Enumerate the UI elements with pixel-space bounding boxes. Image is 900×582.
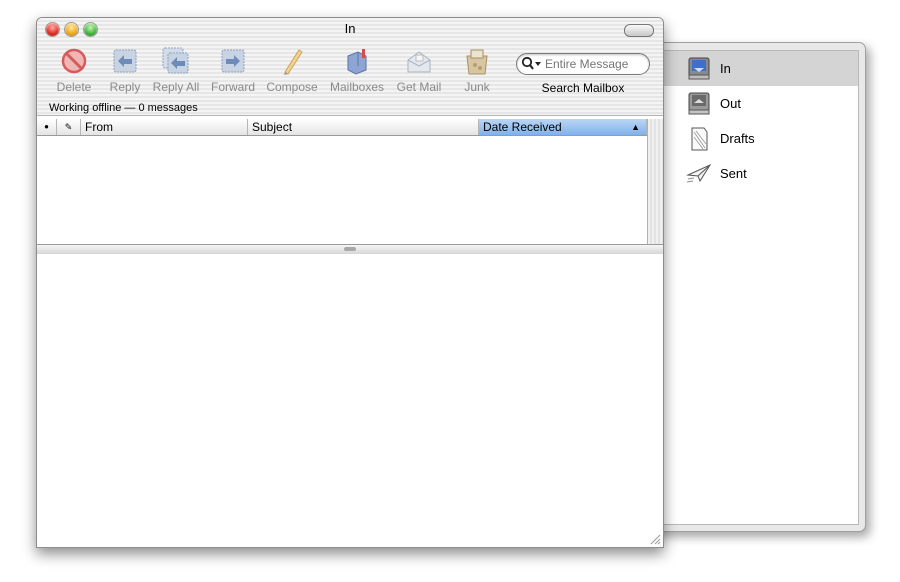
compose-icon bbox=[284, 49, 303, 75]
outbox-icon bbox=[688, 92, 710, 114]
column-from-label: From bbox=[85, 120, 113, 134]
read-status-icon: ● bbox=[44, 122, 49, 131]
delete-icon bbox=[61, 48, 87, 74]
column-date-received[interactable]: Date Received ▲ bbox=[479, 119, 647, 135]
search-caption: Search Mailbox bbox=[541, 81, 625, 95]
column-subject[interactable]: Subject bbox=[248, 119, 479, 135]
junk-button[interactable]: Junk bbox=[447, 46, 507, 94]
window-title: In bbox=[344, 21, 356, 36]
search-input[interactable] bbox=[543, 56, 645, 72]
get-mail-icon bbox=[407, 51, 431, 73]
get-mail-button[interactable]: Get Mail bbox=[389, 46, 449, 94]
toolbar-label: Forward bbox=[210, 80, 255, 94]
toolbar-label: Compose bbox=[266, 80, 318, 94]
toolbar-label: Mailboxes bbox=[329, 80, 385, 94]
mailbox-label: Out bbox=[720, 96, 741, 111]
column-from[interactable]: From bbox=[81, 119, 248, 135]
mailbox-label: Sent bbox=[720, 166, 747, 181]
sent-icon bbox=[686, 163, 712, 182]
forward-icon bbox=[221, 49, 245, 73]
compose-button[interactable]: Compose bbox=[262, 46, 322, 94]
message-list[interactable] bbox=[37, 136, 647, 244]
sort-ascending-icon: ▲ bbox=[631, 122, 640, 132]
toolbar-label: Get Mail bbox=[396, 80, 442, 94]
mailboxes-button[interactable]: Mailboxes bbox=[327, 46, 387, 94]
toolbar-label: Delete bbox=[56, 80, 92, 94]
mailbox-out[interactable]: Out bbox=[664, 86, 858, 121]
reply-icon bbox=[113, 49, 137, 73]
splitter-handle-icon bbox=[344, 247, 356, 251]
toolbar-label: Junk bbox=[464, 80, 490, 94]
message-list-header: ● ✎ From Subject Date Received ▲ bbox=[37, 119, 647, 136]
column-flag[interactable]: ✎ bbox=[57, 119, 81, 135]
search-field[interactable] bbox=[516, 53, 650, 75]
reply-all-button[interactable]: Reply All bbox=[146, 46, 206, 94]
flag-icon: ✎ bbox=[64, 122, 73, 132]
message-list-scrollbar[interactable] bbox=[647, 119, 663, 244]
toolbar-label: Reply All bbox=[152, 80, 200, 94]
inbox-icon bbox=[688, 57, 710, 79]
mailbox-sent[interactable]: Sent bbox=[664, 156, 858, 191]
mailbox-drafts[interactable]: Drafts bbox=[664, 121, 858, 156]
viewer-window: In Delete Reply Reply All Forward Compos… bbox=[36, 17, 664, 548]
column-date-label: Date Received bbox=[483, 120, 562, 134]
junk-icon bbox=[466, 49, 488, 75]
forward-button[interactable]: Forward bbox=[203, 46, 263, 94]
status-text: Working offline — 0 messages bbox=[49, 102, 198, 114]
resize-grip-icon[interactable] bbox=[649, 533, 661, 545]
search-icon bbox=[521, 56, 541, 70]
message-preview-pane[interactable] bbox=[37, 254, 663, 547]
mailbox-label: Drafts bbox=[720, 131, 755, 146]
reply-all-icon bbox=[162, 47, 189, 74]
toolbar-toggle-button[interactable] bbox=[624, 24, 654, 37]
mailbox-in[interactable]: In bbox=[664, 51, 858, 86]
title-toolbar: In Delete Reply Reply All Forward Compos… bbox=[37, 18, 663, 116]
mailbox-drawer: In Out Drafts Sent bbox=[650, 42, 866, 532]
column-subject-label: Subject bbox=[252, 120, 293, 134]
mailboxes-icon bbox=[347, 49, 367, 75]
toolbar-label: Reply bbox=[109, 80, 141, 94]
mailbox-label: In bbox=[720, 61, 731, 76]
column-read-status[interactable]: ● bbox=[37, 119, 57, 135]
mailbox-list: In Out Drafts Sent bbox=[663, 50, 859, 525]
drafts-icon bbox=[691, 127, 708, 150]
